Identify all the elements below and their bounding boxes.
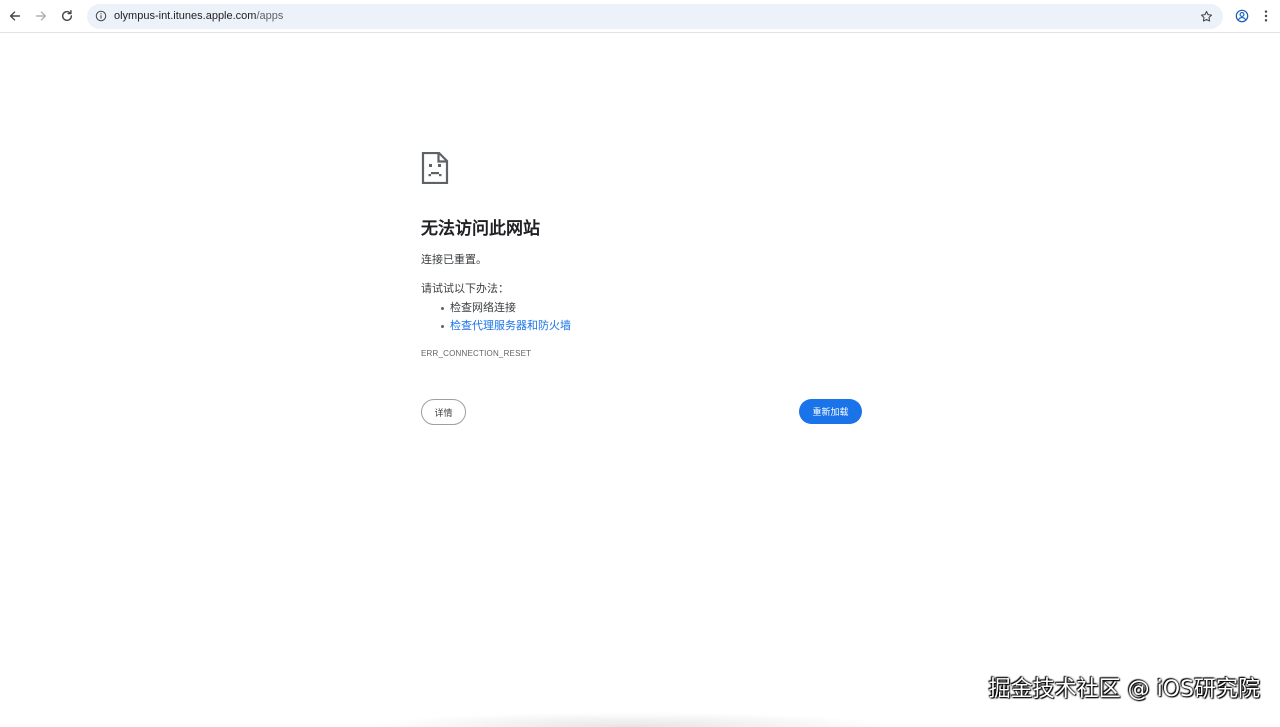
details-button[interactable]: 详情: [421, 399, 466, 425]
suggestions-list: 检查网络连接 检查代理服务器和防火墙: [421, 299, 571, 335]
arrow-left-icon: [9, 11, 21, 21]
suggestion-check-network: 检查网络连接: [421, 299, 571, 317]
back-button[interactable]: [4, 5, 26, 27]
error-description: 连接已重置。: [421, 254, 487, 266]
address-bar[interactable]: olympus-int.itunes.apple.com/apps: [87, 4, 1223, 29]
arrow-right-icon: [35, 11, 47, 21]
forward-button[interactable]: [30, 5, 52, 27]
watermark: 掘金技术社区 @ iOS研究院: [988, 677, 1260, 702]
proxy-firewall-link[interactable]: 检查代理服务器和防火墙: [450, 320, 571, 332]
reload-button[interactable]: 重新加载: [799, 399, 862, 424]
url-text: olympus-int.itunes.apple.com/apps: [114, 9, 283, 24]
sad-document-icon: [421, 152, 449, 184]
profile-icon: [1235, 9, 1249, 23]
url-path: /apps: [256, 10, 284, 22]
star-icon: [1200, 10, 1212, 22]
reload-nav-button[interactable]: [56, 5, 78, 27]
suggestion-check-proxy-firewall: 检查代理服务器和防火墙: [421, 317, 571, 335]
bottom-shadow: [360, 712, 900, 727]
error-title: 无法访问此网站: [421, 219, 540, 238]
site-info-button[interactable]: [94, 9, 108, 23]
browser-toolbar: olympus-int.itunes.apple.com/apps: [0, 0, 1280, 33]
suggestions-header: 请试试以下办法：: [421, 283, 509, 295]
info-icon: [95, 10, 107, 22]
kebab-menu-icon: [1264, 10, 1268, 22]
browser-menu-button[interactable]: [1256, 6, 1276, 26]
profile-button[interactable]: [1232, 6, 1252, 26]
error-code: ERR_CONNECTION_RESET: [421, 349, 532, 358]
suggestion-text: 检查网络连接: [450, 302, 516, 314]
url-host: olympus-int.itunes.apple.com: [114, 10, 257, 22]
bookmark-button[interactable]: [1199, 9, 1213, 23]
reload-icon: [61, 10, 73, 22]
